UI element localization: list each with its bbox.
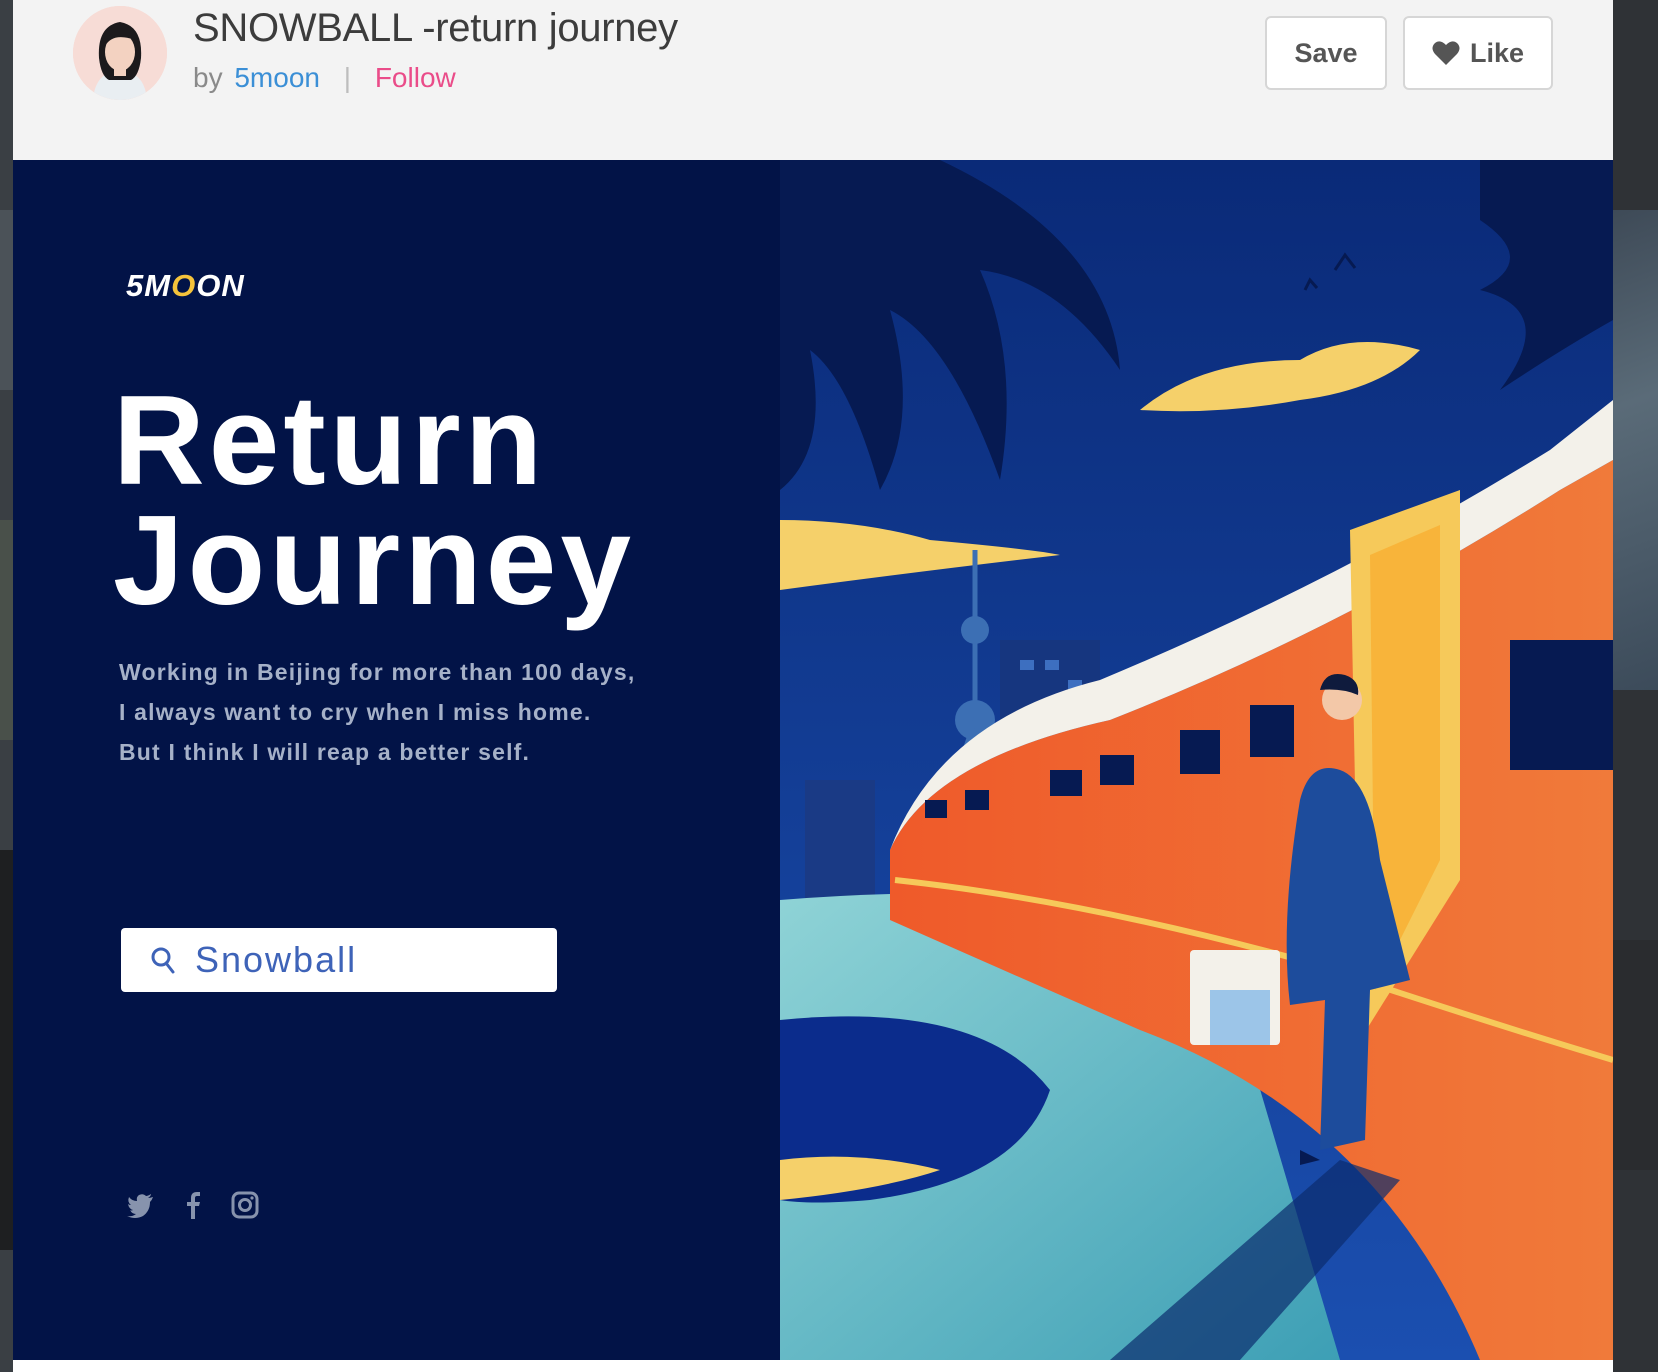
background-thumbnail [0, 520, 13, 740]
brand-logo: 5MOON [126, 268, 245, 303]
byline: by 5moon | Follow [193, 62, 456, 94]
heart-icon [1432, 41, 1460, 65]
by-label: by [193, 62, 223, 93]
shot-title: SNOWBALL -return journey [193, 6, 678, 50]
like-button[interactable]: Like [1403, 16, 1553, 90]
background-thumbnail [0, 210, 13, 390]
background-thumbnail [0, 850, 13, 1250]
tagline-line: But I think I will reap a better self. [119, 739, 531, 765]
save-button[interactable]: Save [1265, 16, 1387, 90]
author-avatar[interactable] [73, 6, 167, 100]
modal-content-bottom [13, 1360, 1613, 1372]
train-illustration [780, 160, 1613, 1360]
byline-separator: | [343, 62, 352, 93]
twitter-icon [127, 1194, 153, 1218]
illustration-scene [780, 160, 1613, 1360]
artwork-search-box: Snowball [121, 928, 557, 992]
artwork-tagline: Working in Beijing for more than 100 day… [119, 652, 635, 772]
shot-artwork: 5MOON Return Journey Working in Beijing … [13, 160, 1613, 1360]
artwork-text-panel: 5MOON Return Journey Working in Beijing … [13, 160, 780, 1360]
tagline-line: I always want to cry when I miss home. [119, 699, 592, 725]
background-page-right [1613, 0, 1658, 1372]
artwork-headline: Return Journey [113, 369, 636, 631]
facebook-icon [187, 1192, 200, 1219]
like-button-label: Like [1469, 37, 1525, 68]
instagram-icon [231, 1191, 259, 1219]
background-thumbnail [1613, 210, 1658, 690]
shot-header: SNOWBALL -return journey by 5moon | Foll… [13, 0, 1613, 160]
search-value: Snowball [195, 939, 358, 980]
shot-modal: SNOWBALL -return journey by 5moon | Foll… [13, 0, 1613, 1372]
author-link[interactable]: 5moon [234, 62, 320, 93]
background-page-left [0, 0, 13, 1372]
save-button-label: Save [1294, 37, 1358, 68]
background-thumbnail [1613, 940, 1658, 1170]
follow-button[interactable]: Follow [375, 62, 456, 93]
tagline-line: Working in Beijing for more than 100 day… [119, 659, 636, 685]
search-icon [151, 947, 175, 974]
